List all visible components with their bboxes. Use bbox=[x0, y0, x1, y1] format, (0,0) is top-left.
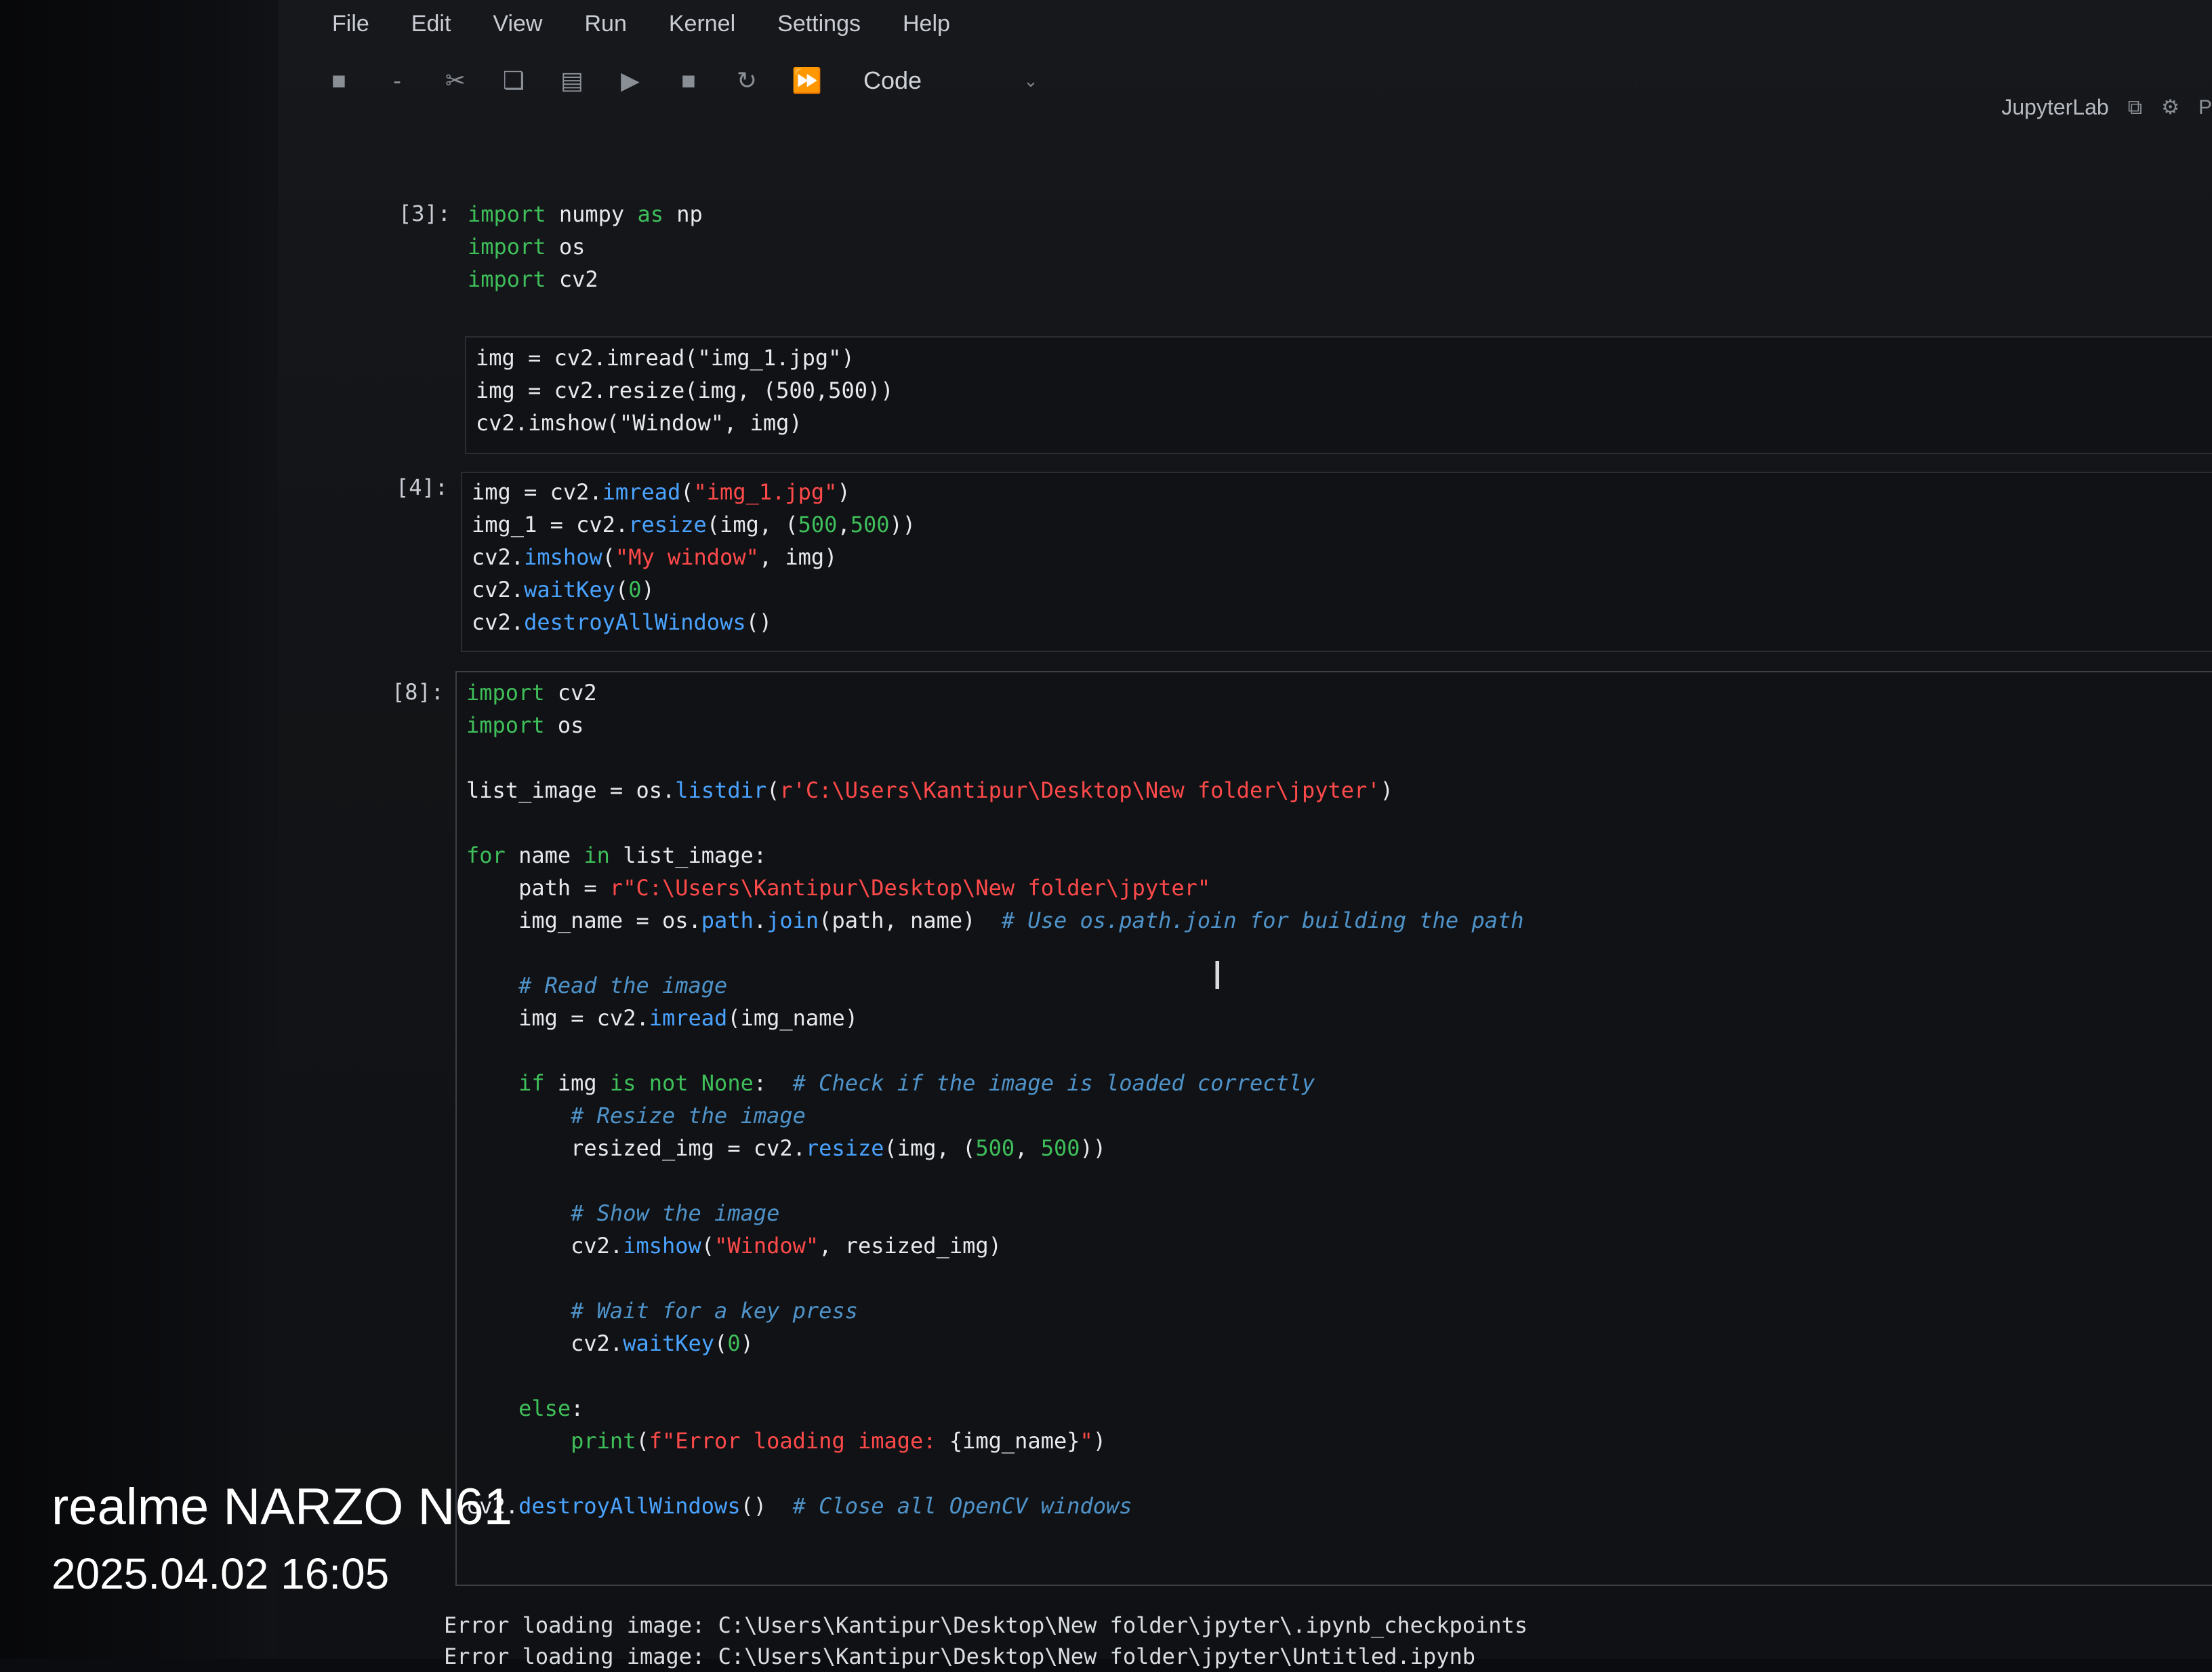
menu-edit[interactable]: Edit bbox=[411, 11, 451, 37]
run-icon[interactable]: ▶ bbox=[617, 66, 644, 95]
external-link-icon: ⧉ bbox=[2127, 96, 2143, 119]
cell-type-label: Code bbox=[863, 66, 922, 94]
output-line: Error loading image: C:\Users\Kantipur\D… bbox=[444, 1644, 1475, 1669]
run-all-icon[interactable]: ⏩ bbox=[792, 66, 822, 95]
menu-settings[interactable]: Settings bbox=[777, 11, 861, 37]
cell-output: Error loading image: C:\Users\Kantipur\D… bbox=[444, 1610, 2206, 1672]
cell-prompt: [4]: bbox=[396, 474, 449, 500]
stop-icon[interactable]: ■ bbox=[675, 66, 702, 95]
code-block: img = cv2.imread("img_1.jpg") img = cv2.… bbox=[476, 345, 894, 436]
text-cursor-icon: I bbox=[1212, 954, 1223, 998]
menu-view[interactable]: View bbox=[493, 11, 542, 37]
copy-icon[interactable]: ❏ bbox=[500, 66, 527, 95]
paste-icon[interactable]: ▤ bbox=[558, 66, 586, 95]
cell-type-dropdown[interactable]: Code ⌄ bbox=[863, 66, 1038, 95]
restart-icon[interactable]: ↻ bbox=[733, 66, 760, 95]
code-line: import numpy as np import os import cv2 bbox=[468, 201, 703, 292]
cell-prompt: [3]: bbox=[398, 201, 451, 226]
code-cell[interactable]: img = cv2.imread("img_1.jpg") img = cv2.… bbox=[465, 336, 2212, 454]
kernel-status-area: JupyterLab ⧉ ⚙ P bbox=[2001, 95, 2212, 120]
watermark-device: realme NARZO N61 bbox=[52, 1478, 512, 1536]
code-cell[interactable]: import numpy as np import os import cv2 bbox=[466, 197, 2212, 314]
watermark-timestamp: 2025.04.02 16:05 bbox=[52, 1549, 390, 1598]
output-line: Error loading image: C:\Users\Kantipur\D… bbox=[444, 1612, 1528, 1638]
monitor-bezel bbox=[0, 0, 291, 1659]
cell-prompt: [8]: bbox=[392, 679, 445, 705]
menu-bar: File Edit View Run Kernel Settings Help bbox=[332, 0, 950, 47]
menu-run[interactable]: Run bbox=[584, 11, 626, 37]
cut-icon[interactable]: ✂ bbox=[442, 66, 469, 95]
code-cell[interactable]: img = cv2.imread("img_1.jpg") img_1 = cv… bbox=[461, 472, 2212, 652]
code-block: img = cv2.imread("img_1.jpg") img_1 = cv… bbox=[472, 479, 916, 635]
code-block: import cv2 import os list_image = os.lis… bbox=[466, 680, 1524, 1519]
menu-file[interactable]: File bbox=[332, 11, 369, 37]
menu-help[interactable]: Help bbox=[903, 11, 950, 37]
save-icon[interactable]: ■ bbox=[325, 66, 352, 95]
camera-watermark: realme NARZO N61 2025.04.02 16:05 bbox=[52, 1477, 512, 1599]
add-icon[interactable]: - bbox=[384, 66, 411, 95]
notebook-toolbar: ■ - ✂ ❏ ▤ ▶ ■ ↻ ⏩ Code ⌄ bbox=[325, 57, 1038, 104]
gear-icon[interactable]: ⚙ bbox=[2161, 96, 2179, 119]
menu-kernel[interactable]: Kernel bbox=[669, 11, 735, 37]
chevron-down-icon: ⌄ bbox=[1023, 70, 1038, 91]
code-cell-active[interactable]: import cv2 import os list_image = os.lis… bbox=[455, 671, 2212, 1586]
jupyterlab-link[interactable]: JupyterLab bbox=[2001, 95, 2108, 120]
truncated-label-icon: P bbox=[2198, 96, 2212, 119]
